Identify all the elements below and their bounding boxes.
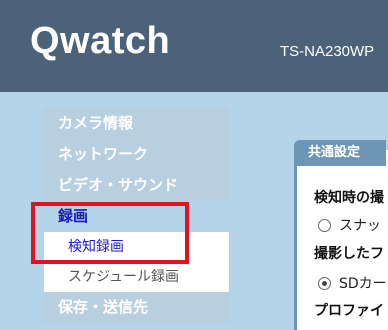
sidebar-item-camera-info[interactable]: カメラ情報 xyxy=(44,108,229,139)
sidebar-subitem-schedule-recording[interactable]: スケジュール録画 xyxy=(44,262,229,292)
sd-card-option[interactable]: SDカー xyxy=(318,273,387,293)
app-header: Qwatch TS-NA230WP xyxy=(0,0,388,92)
sd-card-option-label: SDカー xyxy=(339,276,387,292)
snapshot-option[interactable]: スナッ xyxy=(318,215,381,235)
tab-common-settings[interactable]: 共通設定 xyxy=(294,140,386,166)
captured-file-label: 撮影したフ xyxy=(314,246,384,262)
model-name: TS-NA230WP xyxy=(280,43,375,60)
snapshot-option-label: スナッ xyxy=(339,218,381,234)
highlight-box xyxy=(31,202,189,264)
detection-capture-label: 検知時の撮 xyxy=(314,190,384,206)
qwatch-logo[interactable]: Qwatch xyxy=(30,22,170,60)
radio-unchecked-icon[interactable] xyxy=(318,218,331,232)
sidebar-item-network[interactable]: ネットワーク xyxy=(44,139,229,170)
profile-label: プロファイ xyxy=(314,303,384,319)
sidebar-item-storage-destination[interactable]: 保存・送信先 xyxy=(44,292,229,323)
radio-checked-icon[interactable] xyxy=(318,276,331,290)
sidebar-item-video-sound[interactable]: ビデオ・サウンド xyxy=(44,170,229,201)
